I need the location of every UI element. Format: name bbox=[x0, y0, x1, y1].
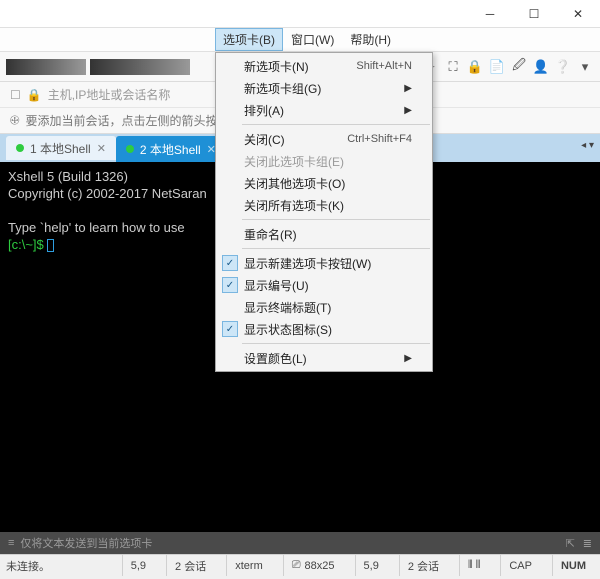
address-placeholder[interactable]: 主机,IP地址或会话名称 bbox=[48, 86, 171, 103]
menu-set-color[interactable]: 设置颜色(L) ▶ bbox=[216, 347, 432, 369]
menu-help[interactable]: 帮助(H) bbox=[342, 28, 399, 51]
menu-show-status-icon[interactable]: ✓ 显示状态图标(S) bbox=[216, 318, 432, 340]
status-pos-a: 5,9 bbox=[122, 555, 154, 576]
add-session-icon[interactable]: 🕀 bbox=[10, 113, 20, 128]
menu-close-this-group: 关闭此选项卡组(E) bbox=[216, 150, 432, 172]
submenu-arrow-icon: ▶ bbox=[404, 83, 412, 94]
submenu-arrow-icon: ▶ bbox=[404, 353, 412, 364]
menu-shortcut: Ctrl+Shift+F4 bbox=[347, 133, 412, 145]
terminal-text: Copyright (c) 2002-2017 NetSaran bbox=[8, 186, 207, 201]
status-sessions-a: 2 会话 bbox=[166, 555, 214, 576]
minimize-button[interactable]: ─ bbox=[468, 0, 512, 28]
status-num: NUM bbox=[552, 555, 594, 576]
menu-shortcut: Shift+Alt+N bbox=[356, 60, 412, 72]
toolbar-icon-edit[interactable]: 🖉 bbox=[510, 58, 528, 76]
submenu-arrow-icon: ▶ bbox=[404, 105, 412, 116]
menu-item-label: 显示状态图标(S) bbox=[244, 321, 332, 338]
menu-separator bbox=[242, 248, 430, 249]
close-window-button[interactable]: ✕ bbox=[556, 0, 600, 28]
menu-show-term-title[interactable]: 显示终端标题(T) bbox=[216, 296, 432, 318]
status-term: xterm bbox=[226, 555, 271, 576]
menu-new-tab-group[interactable]: 新选项卡组(G) ▶ bbox=[216, 77, 432, 99]
status-dot-icon bbox=[126, 145, 134, 153]
tab-1-close[interactable]: ✕ bbox=[97, 142, 106, 155]
menu-item-label: 关闭其他选项卡(O) bbox=[244, 175, 345, 192]
tabs-dropdown-menu: 新选项卡(N) Shift+Alt+N 新选项卡组(G) ▶ 排列(A) ▶ 关… bbox=[215, 52, 433, 372]
status-cap: CAP bbox=[500, 555, 540, 576]
toolbar-block-1 bbox=[6, 59, 86, 75]
hint-text: 要添加当前会话，点击左侧的箭头按 bbox=[26, 112, 218, 129]
check-icon: ✓ bbox=[222, 321, 238, 337]
status-indicator: ⫴ ⫴ bbox=[459, 555, 488, 576]
menu-separator bbox=[242, 343, 430, 344]
menu-item-label: 关闭所有选项卡(K) bbox=[244, 197, 344, 214]
menu-new-tab[interactable]: 新选项卡(N) Shift+Alt+N bbox=[216, 55, 432, 77]
menu-item-label: 显示新建选项卡按钮(W) bbox=[244, 255, 371, 272]
send-bar-text[interactable]: 仅将文本发送到当前选项卡 bbox=[20, 535, 152, 551]
maximize-button[interactable]: ☐ bbox=[512, 0, 556, 28]
toolbar-icon-copy[interactable]: 📄 bbox=[488, 58, 506, 76]
menu-item-label: 显示终端标题(T) bbox=[244, 299, 331, 316]
toolbar-icon-user[interactable]: 👤 bbox=[532, 58, 550, 76]
tab-2-label: 2 本地Shell bbox=[140, 141, 201, 158]
menu-item-label: 新选项卡组(G) bbox=[244, 80, 321, 97]
status-size: ⎚ 88x25 bbox=[283, 555, 343, 576]
status-dot-icon bbox=[16, 144, 24, 152]
menu-item-label: 排列(A) bbox=[244, 102, 284, 119]
menu-show-number[interactable]: ✓ 显示编号(U) bbox=[216, 274, 432, 296]
menu-close[interactable]: 关闭(C) Ctrl+Shift+F4 bbox=[216, 128, 432, 150]
tab-overflow-icon[interactable]: ◂ ▾ bbox=[581, 140, 594, 151]
menu-separator bbox=[242, 124, 430, 125]
send-pin-icon[interactable]: ⇱ bbox=[566, 537, 575, 550]
menu-item-label: 新选项卡(N) bbox=[244, 58, 309, 75]
bookmark-icon[interactable]: ☐ bbox=[10, 88, 21, 102]
check-icon: ✓ bbox=[222, 255, 238, 271]
menu-item-label: 设置颜色(L) bbox=[244, 350, 307, 367]
send-menu-icon[interactable]: ≡ bbox=[8, 537, 14, 549]
menu-separator bbox=[242, 219, 430, 220]
menu-item-label: 重命名(R) bbox=[244, 226, 297, 243]
tab-1-label: 1 本地Shell bbox=[30, 140, 91, 157]
status-bar: 未连接。 5,9 2 会话 xterm ⎚ 88x25 5,9 2 会话 ⫴ ⫴… bbox=[0, 554, 600, 576]
toolbar-icon-help[interactable]: ❔ bbox=[554, 58, 572, 76]
menu-tabs[interactable]: 选项卡(B) bbox=[215, 28, 283, 51]
tab-2[interactable]: 2 本地Shell ✕ bbox=[116, 136, 226, 162]
menu-rename[interactable]: 重命名(R) bbox=[216, 223, 432, 245]
send-bar: ≡ 仅将文本发送到当前选项卡 ⇱ ≣ bbox=[0, 532, 600, 554]
menu-item-label: 关闭(C) bbox=[244, 131, 285, 148]
status-sessions-b: 2 会话 bbox=[399, 555, 447, 576]
terminal-prompt: [c:\~]$ bbox=[8, 237, 47, 252]
menu-arrange[interactable]: 排列(A) ▶ bbox=[216, 99, 432, 121]
title-bar: ─ ☐ ✕ bbox=[0, 0, 600, 28]
menu-close-all[interactable]: 关闭所有选项卡(K) bbox=[216, 194, 432, 216]
menu-window[interactable]: 窗口(W) bbox=[283, 28, 342, 51]
lock-icon: 🔒 bbox=[27, 88, 42, 102]
menu-item-label: 显示编号(U) bbox=[244, 277, 309, 294]
toolbar-block-2 bbox=[90, 59, 190, 75]
terminal-cursor bbox=[47, 239, 54, 252]
toolbar-icon-menu[interactable]: ▾ bbox=[576, 58, 594, 76]
status-pos-b: 5,9 bbox=[355, 555, 387, 576]
send-settings-icon[interactable]: ≣ bbox=[583, 537, 592, 550]
toolbar-icon-fullscreen[interactable]: ⛶ bbox=[444, 58, 462, 76]
menu-close-others[interactable]: 关闭其他选项卡(O) bbox=[216, 172, 432, 194]
toolbar-icon-lock[interactable]: 🔒 bbox=[466, 58, 484, 76]
check-icon: ✓ bbox=[222, 277, 238, 293]
tab-1[interactable]: 1 本地Shell ✕ bbox=[6, 136, 116, 162]
menu-item-label: 关闭此选项卡组(E) bbox=[244, 153, 344, 170]
status-connection: 未连接。 bbox=[6, 558, 50, 574]
menu-bar: 选项卡(B) 窗口(W) 帮助(H) bbox=[0, 28, 600, 52]
menu-show-new-button[interactable]: ✓ 显示新建选项卡按钮(W) bbox=[216, 252, 432, 274]
